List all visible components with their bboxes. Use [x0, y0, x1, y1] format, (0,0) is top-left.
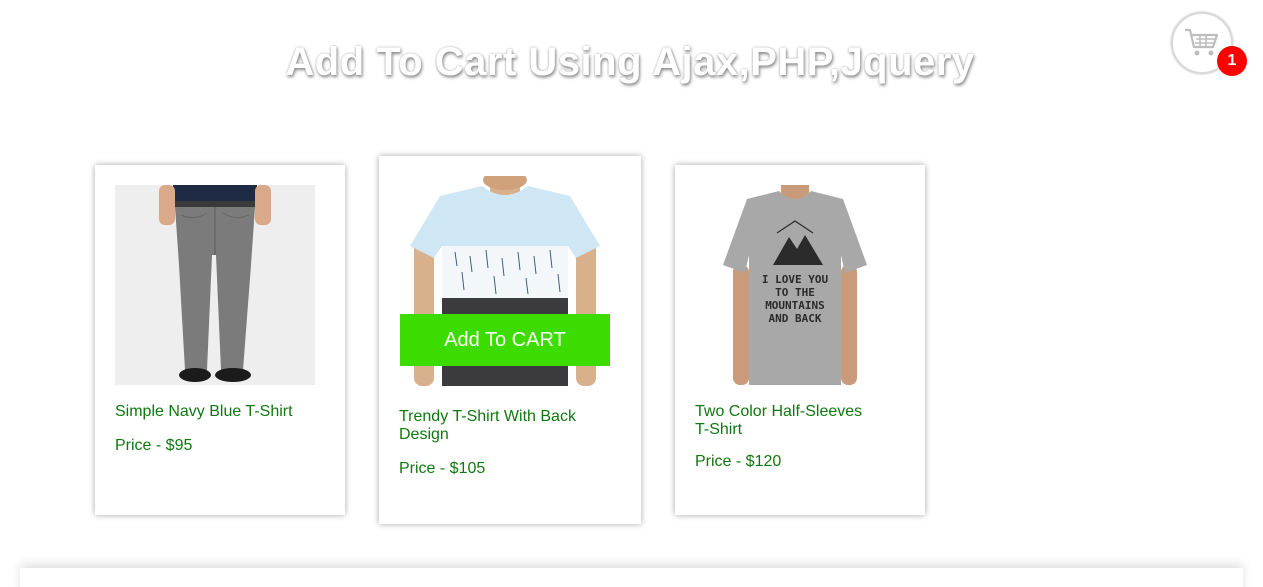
product-price: Price - $105 [399, 460, 486, 477]
product-card[interactable]: I LOVE YOU TO THE MOUNTAINS AND BACK Two… [675, 165, 925, 515]
product-card[interactable]: Simple Navy Blue T-Shirt Price - $95 [95, 165, 345, 515]
bottom-divider [20, 568, 1243, 587]
svg-text:MOUNTAINS: MOUNTAINS [765, 299, 825, 312]
add-to-cart-button[interactable]: Add To CART [400, 314, 610, 366]
product-image: I LOVE YOU TO THE MOUNTAINS AND BACK [695, 185, 895, 385]
grey-pants-photo [115, 185, 315, 385]
product-price: Price - $120 [695, 453, 782, 470]
shopping-cart-icon [1185, 28, 1219, 56]
product-name: Two Color Half-Sleeves T-Shirt [695, 403, 863, 438]
product-card[interactable]: Add To CART Trendy T-Shirt With Back Des… [379, 156, 641, 524]
grey-mountains-tshirt-photo: I LOVE YOU TO THE MOUNTAINS AND BACK [695, 185, 895, 385]
svg-text:AND BACK: AND BACK [769, 312, 822, 325]
svg-text:I LOVE YOU: I LOVE YOU [762, 273, 829, 286]
product-price: Price - $95 [115, 437, 193, 454]
page: Add To Cart Using Ajax,PHP,Jquery 1 Simp… [0, 0, 1263, 587]
cart-count-badge: 1 [1217, 46, 1247, 76]
product-name: Simple Navy Blue T-Shirt [115, 403, 293, 420]
page-title: Add To Cart Using Ajax,PHP,Jquery [285, 40, 975, 84]
product-name: Trendy T-Shirt With Back Design [399, 408, 576, 443]
svg-text:TO THE: TO THE [775, 286, 815, 299]
product-image [115, 185, 315, 385]
